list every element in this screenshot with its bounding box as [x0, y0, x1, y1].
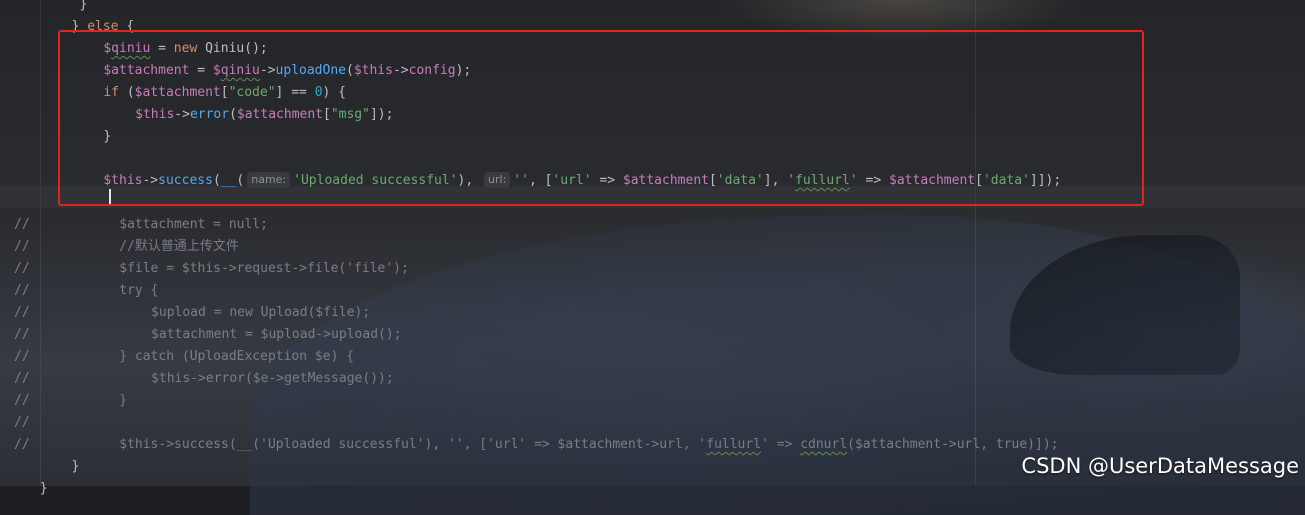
code-token: fullurl [706, 437, 762, 452]
code-text: $upload = new Upload($file); [151, 302, 370, 324]
code-token: $attachment = null; [119, 217, 268, 232]
code-text: //默认普通上传文件 [119, 236, 239, 258]
code-text: $this->success(__('Uploaded successful')… [119, 434, 1058, 456]
code-line[interactable]: //} [0, 390, 1305, 412]
code-token: } [39, 481, 48, 496]
code-token: } [119, 393, 128, 408]
comment-marker: // [14, 261, 30, 276]
code-token: $file = $this->request->file('file'); [119, 261, 409, 276]
comment-marker: // [14, 239, 30, 254]
code-line[interactable]: } [0, 0, 1305, 16]
code-token: ($attachment->url, true)]); [847, 437, 1059, 452]
code-token: cdnurl [800, 437, 848, 452]
code-line[interactable]: // try { [0, 280, 1305, 302]
code-token: } [71, 459, 80, 474]
code-text: } [72, 456, 80, 478]
comment-marker: // [14, 393, 30, 408]
code-line[interactable]: // $this->error($e->getMessage()); [0, 368, 1305, 390]
comment-marker: // [14, 415, 30, 430]
code-text: } [119, 390, 127, 412]
code-line[interactable]: // $this->success(__('Uploaded successful… [0, 434, 1305, 456]
comment-marker: // [14, 217, 30, 232]
code-line[interactable]: } [0, 478, 1305, 500]
code-text: $attachment = $upload->upload(); [151, 324, 401, 346]
code-token: } [79, 0, 88, 12]
code-token: ' => [761, 437, 801, 452]
comment-marker: // [14, 305, 30, 320]
code-line[interactable]: // [0, 412, 1305, 434]
code-text: } [40, 478, 48, 500]
code-text: } [80, 0, 88, 16]
comment-marker: // [14, 437, 30, 452]
code-line[interactable]: // $upload = new Upload($file); [0, 302, 1305, 324]
comment-marker: // [14, 327, 30, 342]
code-token: $attachment = $upload->upload(); [151, 327, 402, 342]
code-text: $this->error($e->getMessage()); [151, 368, 394, 390]
code-text: $file = $this->request->file('file'); [119, 258, 409, 280]
code-text: $attachment = null; [119, 214, 268, 236]
comment-marker: // [14, 349, 30, 364]
code-line[interactable]: // $attachment = $upload->upload(); [0, 324, 1305, 346]
watermark-text: CSDN @UserDataMessage [1021, 454, 1299, 478]
code-token: $this->error($e->getMessage()); [151, 371, 394, 386]
code-text: try { [119, 280, 158, 302]
code-line[interactable]: // $file = $this->request->file('file'); [0, 258, 1305, 280]
code-token: //默认普通上传文件 [119, 239, 239, 254]
code-token: $this->success(__('Uploaded successful')… [119, 437, 707, 452]
comment-marker: // [14, 283, 30, 298]
code-token: } catch (UploadException $e) { [119, 349, 355, 364]
code-line[interactable]: // //默认普通上传文件 [0, 236, 1305, 258]
code-line[interactable]: // $attachment = null; [0, 214, 1305, 236]
code-token: try { [119, 283, 159, 298]
comment-marker: // [14, 371, 30, 386]
code-token: $upload = new Upload($file); [151, 305, 371, 320]
annotation-highlight-box [58, 30, 1144, 206]
code-text: } catch (UploadException $e) { [119, 346, 354, 368]
code-line[interactable]: // } catch (UploadException $e) { [0, 346, 1305, 368]
